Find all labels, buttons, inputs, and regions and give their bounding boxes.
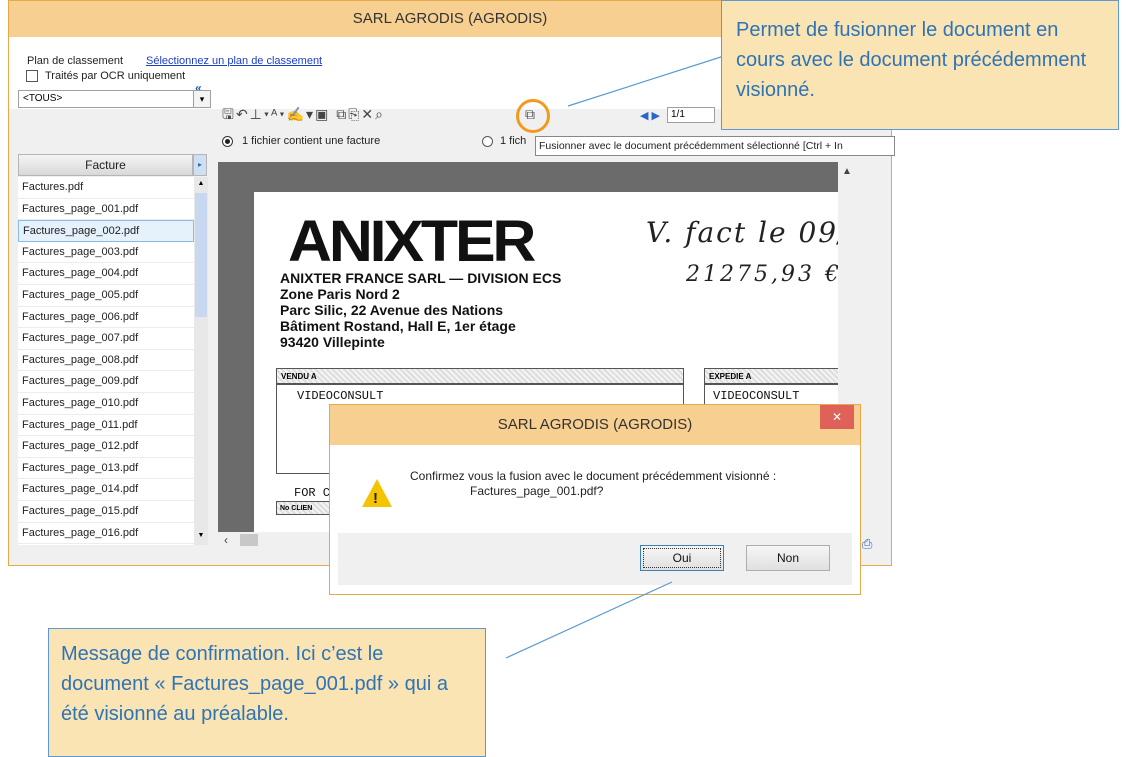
callout-connector-bottom bbox=[505, 581, 673, 659]
callout-merge: Permet de fusionner le document en cours… bbox=[721, 0, 1119, 130]
callout-confirmation: Message de confirmation. Ici c’est le do… bbox=[48, 628, 486, 757]
callout-connector-top bbox=[567, 55, 725, 107]
